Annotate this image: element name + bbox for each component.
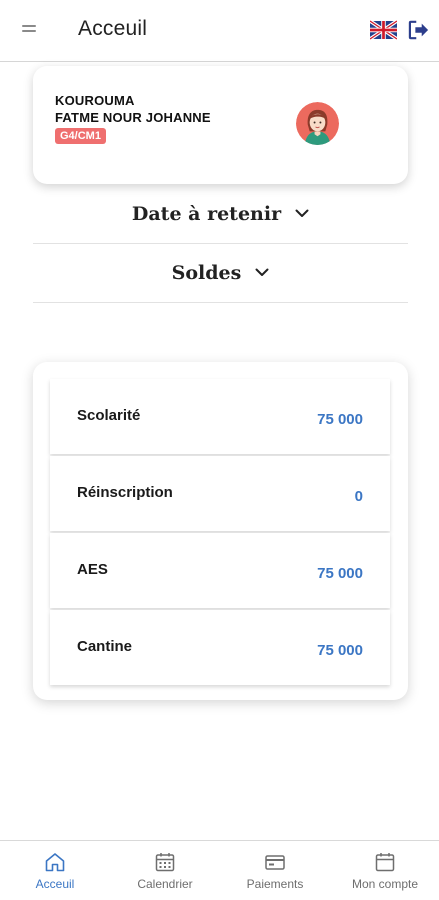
nav-item-payments[interactable]: Paiements [220, 841, 330, 900]
student-last-name: KOUROUMA [55, 93, 135, 108]
student-avatar-icon [296, 102, 339, 145]
nav-item-home[interactable]: Acceuil [0, 841, 110, 900]
class-badge: G4/CM1 [55, 128, 106, 144]
home-icon [45, 853, 65, 872]
bottom-nav: Acceuil Calendrier Paiements Mon compte [0, 840, 439, 900]
nav-label: Mon compte [351, 877, 419, 891]
calendar-icon [155, 853, 175, 872]
balance-label: Réinscription [77, 484, 173, 501]
nav-label: Paiements [246, 877, 304, 891]
balance-row-reinscription[interactable]: Réinscription 0 [50, 456, 390, 531]
logout-icon[interactable] [408, 20, 430, 40]
hamburger-icon[interactable] [22, 25, 36, 35]
balance-amount: 75 000 [317, 411, 363, 428]
balance-row-aes[interactable]: AES 75 000 [50, 533, 390, 608]
nav-label: Calendrier [137, 877, 193, 891]
accordion-dates-to-remember[interactable]: Date à retenir [33, 184, 408, 244]
balance-row-cantine[interactable]: Cantine 75 000 [50, 610, 390, 685]
balances-card: Scolarité 75 000 Réinscription 0 AES 75 … [33, 362, 408, 700]
balance-amount: 0 [354, 488, 363, 505]
chevron-down-icon [255, 268, 269, 276]
nav-label: Acceuil [35, 877, 75, 891]
balance-label: Scolarité [77, 407, 141, 424]
account-icon [375, 853, 395, 872]
student-card[interactable]: KOUROUMA FATME NOUR JOHANNE G4/CM1 [33, 66, 408, 184]
card-icon [265, 855, 285, 870]
balance-row-scolarite[interactable]: Scolarité 75 000 [50, 379, 390, 454]
page-title: Acceuil [78, 17, 148, 40]
balance-amount: 75 000 [317, 642, 363, 659]
app-header: Acceuil [0, 0, 439, 62]
nav-item-calendar[interactable]: Calendrier [110, 841, 220, 900]
nav-item-account[interactable]: Mon compte [330, 841, 439, 900]
accordion-balances[interactable]: Soldes [33, 243, 408, 303]
uk-flag-icon[interactable] [370, 18, 397, 42]
student-first-name: FATME NOUR JOHANNE [55, 110, 211, 125]
accordion-label: Soldes [171, 261, 242, 284]
chevron-down-icon [295, 209, 309, 217]
balance-amount: 75 000 [317, 565, 363, 582]
balance-label: Cantine [77, 638, 133, 655]
accordion-label: Date à retenir [131, 202, 282, 225]
balance-label: AES [77, 561, 108, 578]
